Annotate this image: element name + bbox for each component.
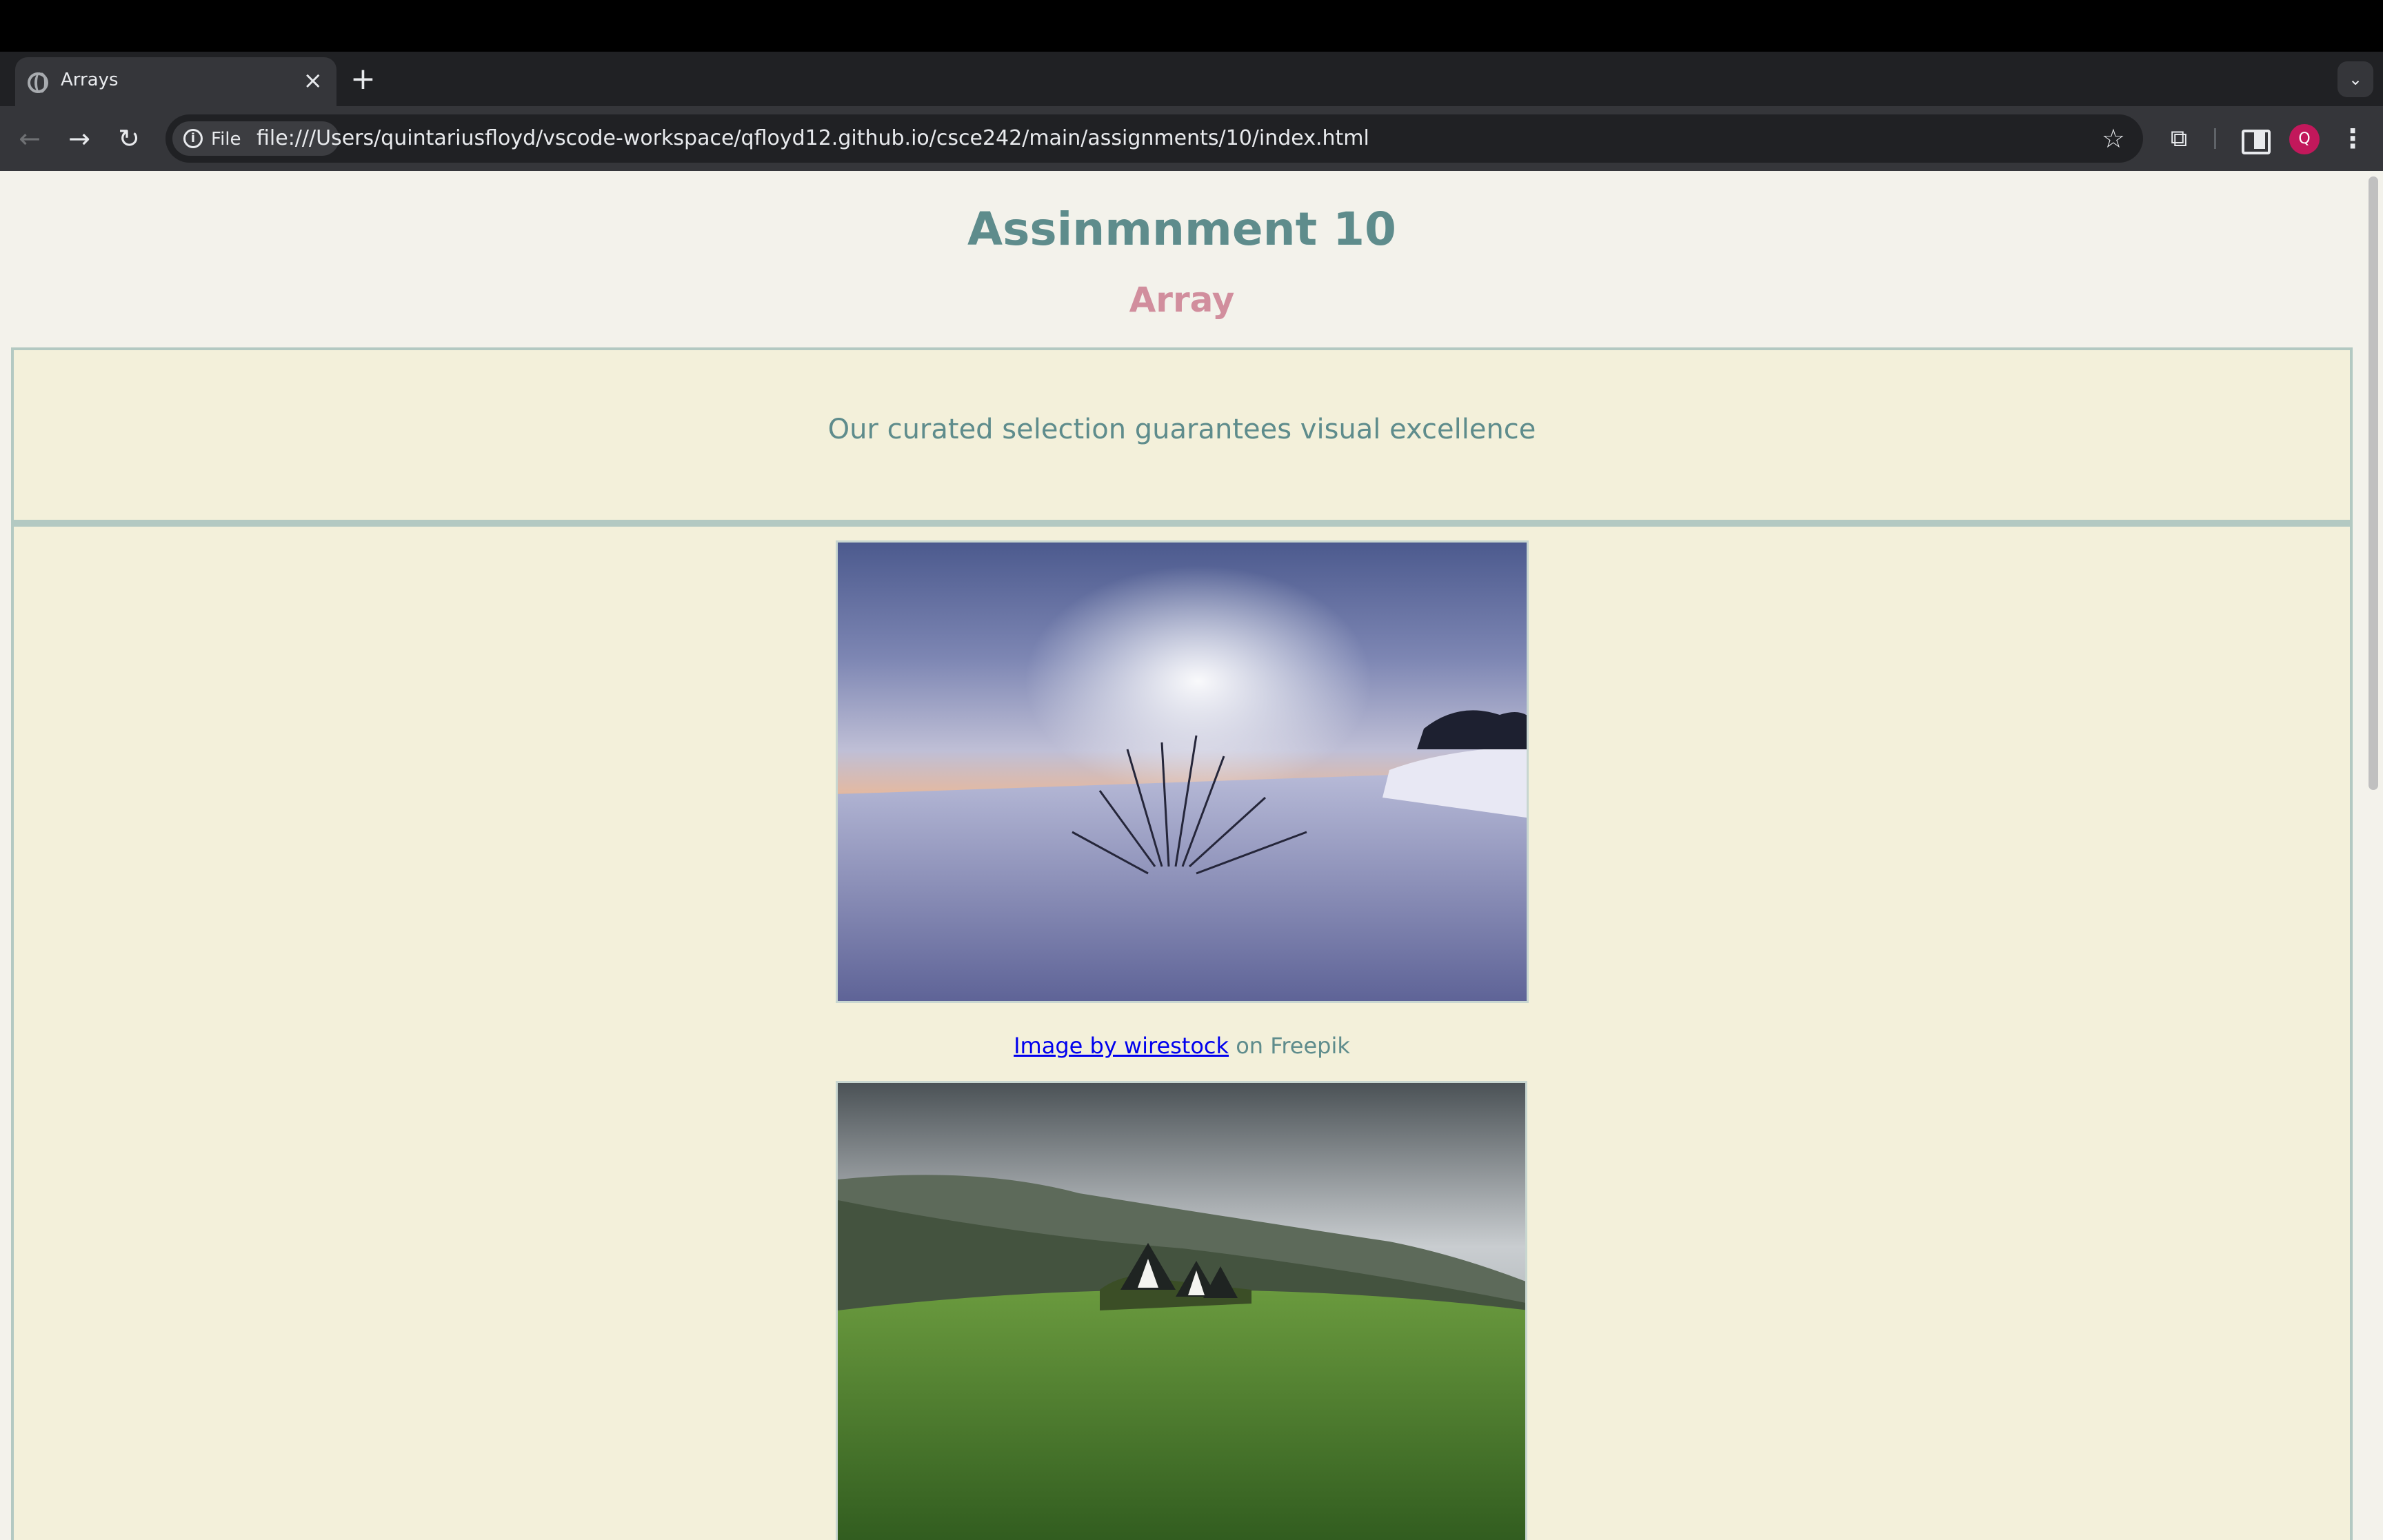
image-caption: Image by wirestock on Freepik [14,1033,2350,1059]
banner-text: Our curated selection guarantees visual … [827,414,1536,445]
close-icon[interactable]: × [303,67,323,94]
tab-arrays[interactable]: Arrays × [15,57,336,106]
tab-strip: Arrays × + ⌄ [0,52,2383,106]
reload-button[interactable]: ↻ [112,121,146,156]
address-bar[interactable]: i File file:///Users/quintariusfloyd/vsc… [165,114,2143,163]
banner-section: Our curated selection guarantees visual … [11,347,2353,523]
extensions-icon[interactable]: ⧉ [2162,121,2196,156]
site-info-label: File [211,129,241,150]
globe-icon [28,72,48,93]
snow-landscape-image [836,540,1529,1003]
image-credit-suffix: on Freepik [1229,1033,1350,1059]
bookmark-star-icon[interactable]: ☆ [2102,121,2125,156]
tab-title: Arrays [61,70,119,90]
back-button[interactable]: ← [12,121,47,156]
page-viewport: Assinmnment 10 Array Our curated selecti… [0,171,2383,1540]
page-scrollbar[interactable] [2364,171,2383,1540]
info-icon: i [183,129,203,148]
image-credit-link[interactable]: Image by wirestock [1014,1033,1229,1059]
navigation-bar: ← → ↻ i File file:///Users/quintariusflo… [0,106,2383,171]
page-title: Assinmnment 10 [967,203,1396,256]
side-panel-icon[interactable] [2236,121,2271,156]
os-top-bar [0,0,2383,52]
forward-button[interactable]: → [62,121,97,156]
profile-avatar[interactable]: Q [2289,124,2320,154]
url-text[interactable]: file:///Users/quintariusfloyd/vscode-wor… [257,126,1369,150]
more-menu-icon[interactable]: ⋮ [2339,121,2366,156]
new-tab-button[interactable]: + [350,63,376,96]
grass-hill-houses-image [836,1081,1527,1540]
tab-search-button[interactable]: ⌄ [2337,61,2373,97]
image-gallery: Image by wirestock on Freepik [11,523,2353,1540]
page-subtitle: Array [1129,280,1235,320]
toolbar-separator [2214,128,2216,149]
scrollbar-thumb[interactable] [2369,176,2378,790]
